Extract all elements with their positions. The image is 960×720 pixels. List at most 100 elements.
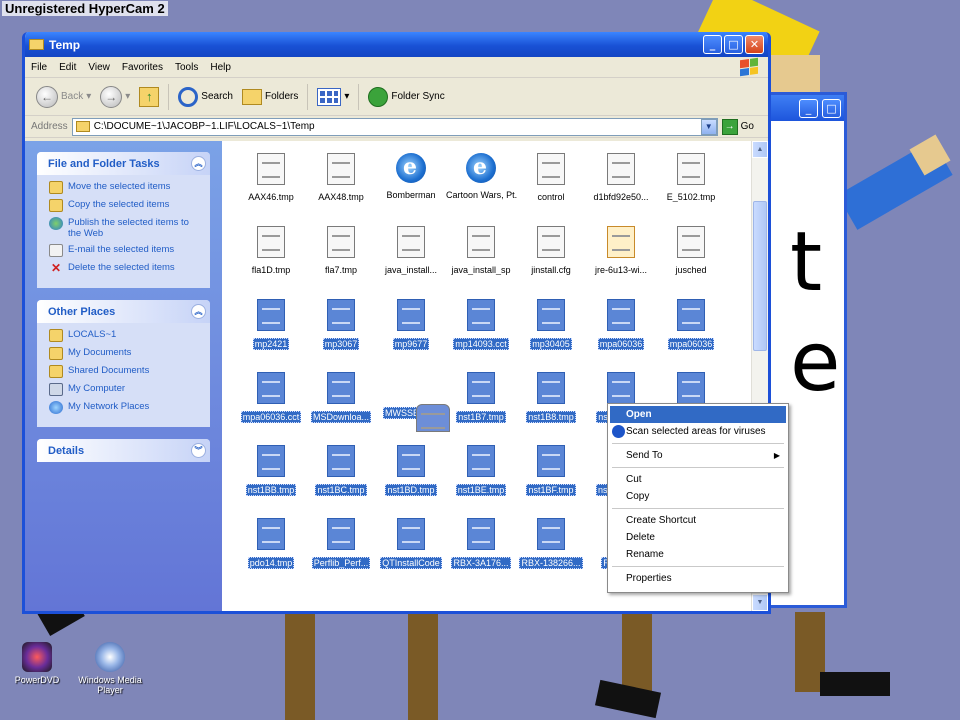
maximize-button[interactable]: □ (724, 35, 743, 54)
scroll-up-icon[interactable]: ▲ (752, 141, 768, 158)
menu-favorites[interactable]: Favorites (116, 62, 169, 73)
task-email[interactable]: E-mail the selected items (49, 244, 202, 257)
file-item[interactable]: control (516, 153, 586, 202)
folder-sync-button[interactable]: Folder Sync (365, 83, 447, 111)
other-places-header[interactable]: Other Places ︽ (37, 300, 210, 323)
place-locals[interactable]: LOCALS~1 (49, 329, 202, 342)
cartoon-leg-1 (285, 612, 315, 720)
file-item[interactable]: nst1BC.tmp (306, 445, 376, 496)
file-item[interactable]: java_install... (376, 226, 446, 275)
file-item[interactable]: QTInstallCode (376, 518, 446, 569)
forward-button[interactable]: → ▾ (97, 83, 133, 111)
file-item[interactable]: fla7.tmp (306, 226, 376, 275)
up-button[interactable]: ↑ (136, 83, 162, 111)
go-button[interactable]: → Go (721, 118, 768, 135)
scrollbar-thumb[interactable] (753, 201, 767, 351)
scroll-down-icon[interactable]: ▼ (752, 594, 768, 611)
file-item[interactable]: mpa06036 (586, 299, 656, 350)
chevron-down-icon[interactable]: ▾ (86, 91, 91, 102)
file-item[interactable]: jinstall.cfg (516, 226, 586, 275)
chevron-down-icon[interactable]: ▾ (125, 91, 130, 102)
file-item[interactable]: d1bfd92e50... (586, 153, 656, 202)
file-item[interactable]: mp9677 (376, 299, 446, 350)
ctx-send-to[interactable]: Send To ▶ (610, 447, 786, 464)
file-item[interactable]: mpa06036 (656, 299, 726, 350)
file-item[interactable]: mp3067 (306, 299, 376, 350)
file-item[interactable]: mp14093.cct (446, 299, 516, 350)
ctx-delete[interactable]: Delete (610, 529, 786, 546)
place-shared-documents[interactable]: Shared Documents (49, 365, 202, 378)
collapse-chevron-icon[interactable]: ︽ (191, 156, 206, 171)
place-my-documents[interactable]: My Documents (49, 347, 202, 360)
expand-chevron-icon[interactable]: ︾ (191, 443, 206, 458)
menu-file[interactable]: File (25, 62, 53, 73)
file-item[interactable]: mpa06036.cct (236, 372, 306, 423)
file-item[interactable]: pdo14.tmp (236, 518, 306, 569)
file-label: mpa06036 (597, 338, 645, 350)
file-item[interactable]: nst1BB.tmp (236, 445, 306, 496)
ctx-copy[interactable]: Copy (610, 488, 786, 505)
internet-shortcut-icon (466, 153, 496, 183)
menu-help[interactable]: Help (204, 62, 237, 73)
details-header[interactable]: Details ︾ (37, 439, 210, 462)
task-move[interactable]: Move the selected items (49, 181, 202, 194)
address-dropdown-icon[interactable]: ▼ (700, 118, 717, 135)
menu-bar: File Edit View Favorites Tools Help (25, 57, 768, 78)
globe-icon (49, 217, 63, 230)
search-button[interactable]: Search (175, 83, 236, 111)
file-item[interactable]: MSDownloa... (306, 372, 376, 423)
window-titlebar[interactable]: Temp _ □ ✕ (25, 32, 768, 57)
file-item[interactable]: nst1BD.tmp (376, 445, 446, 496)
task-delete[interactable]: ✕ Delete the selected items (49, 262, 202, 275)
file-item[interactable]: AAX46.tmp (236, 153, 306, 202)
ctx-properties[interactable]: Properties (610, 570, 786, 587)
file-item[interactable]: nst1B7.tmp (446, 372, 516, 423)
desktop-icon-windows-media-player[interactable]: Windows Media Player (72, 642, 148, 695)
file-folder-tasks-header[interactable]: File and Folder Tasks ︽ (37, 152, 210, 175)
background-window-titlebar[interactable]: _ □ (770, 95, 844, 121)
chevron-down-icon[interactable]: ▾ (344, 91, 349, 102)
menu-edit[interactable]: Edit (53, 62, 82, 73)
file-item[interactable]: nst1BE.tmp (446, 445, 516, 496)
file-item[interactable]: Perflib_Perf... (306, 518, 376, 569)
panel-title: File and Folder Tasks (48, 157, 160, 170)
task-copy[interactable]: Copy the selected items (49, 199, 202, 212)
back-button[interactable]: ← Back ▾ (33, 83, 94, 111)
maximize-icon[interactable]: □ (822, 98, 841, 118)
ctx-cut[interactable]: Cut (610, 471, 786, 488)
ctx-create-shortcut[interactable]: Create Shortcut (610, 512, 786, 529)
place-my-network-places[interactable]: My Network Places (49, 401, 202, 414)
file-item[interactable]: Cartoon Wars, Pt. 2 (446, 153, 517, 200)
file-item[interactable]: fla1D.tmp (236, 226, 306, 275)
ctx-open[interactable]: Open (610, 406, 786, 423)
close-button[interactable]: ✕ (745, 35, 764, 54)
ctx-scan-viruses[interactable]: Scan selected areas for viruses (610, 423, 786, 440)
desktop-icon-powerdvd[interactable]: PowerDVD (8, 642, 66, 685)
panel-title: Other Places (48, 305, 116, 318)
file-item[interactable]: MWSSETUP (376, 372, 450, 432)
file-item[interactable]: mp2421 (236, 299, 306, 350)
file-item[interactable]: java_install_sp (446, 226, 516, 275)
file-item[interactable]: nst1BF.tmp (516, 445, 586, 496)
file-item[interactable]: AAX48.tmp (306, 153, 376, 202)
file-item[interactable]: E_5102.tmp (656, 153, 726, 202)
address-input[interactable]: C:\DOCUME~1\JACOBP~1.LIF\LOCALS~1\Temp ▼ (71, 117, 718, 136)
file-item[interactable]: Bomberman (376, 153, 446, 200)
file-item[interactable]: RBX-3A176... (446, 518, 516, 569)
file-item[interactable]: nst1B8.tmp (516, 372, 586, 423)
file-item[interactable]: jusched (656, 226, 726, 275)
place-label: My Computer (68, 383, 126, 394)
file-item[interactable]: mp30405 (516, 299, 586, 350)
ctx-rename[interactable]: Rename (610, 546, 786, 563)
minimize-button[interactable]: _ (703, 35, 722, 54)
menu-tools[interactable]: Tools (169, 62, 204, 73)
place-my-computer[interactable]: My Computer (49, 383, 202, 396)
minimize-icon[interactable]: _ (799, 98, 818, 118)
file-item[interactable]: jre-6u13-wi... (586, 226, 656, 275)
views-button[interactable]: ▾ (314, 83, 352, 111)
menu-view[interactable]: View (82, 62, 116, 73)
folders-button[interactable]: Folders (239, 83, 301, 111)
file-item[interactable]: RBX-138266... (516, 518, 586, 569)
collapse-chevron-icon[interactable]: ︽ (191, 304, 206, 319)
task-publish[interactable]: Publish the selected items to the Web (49, 217, 202, 239)
